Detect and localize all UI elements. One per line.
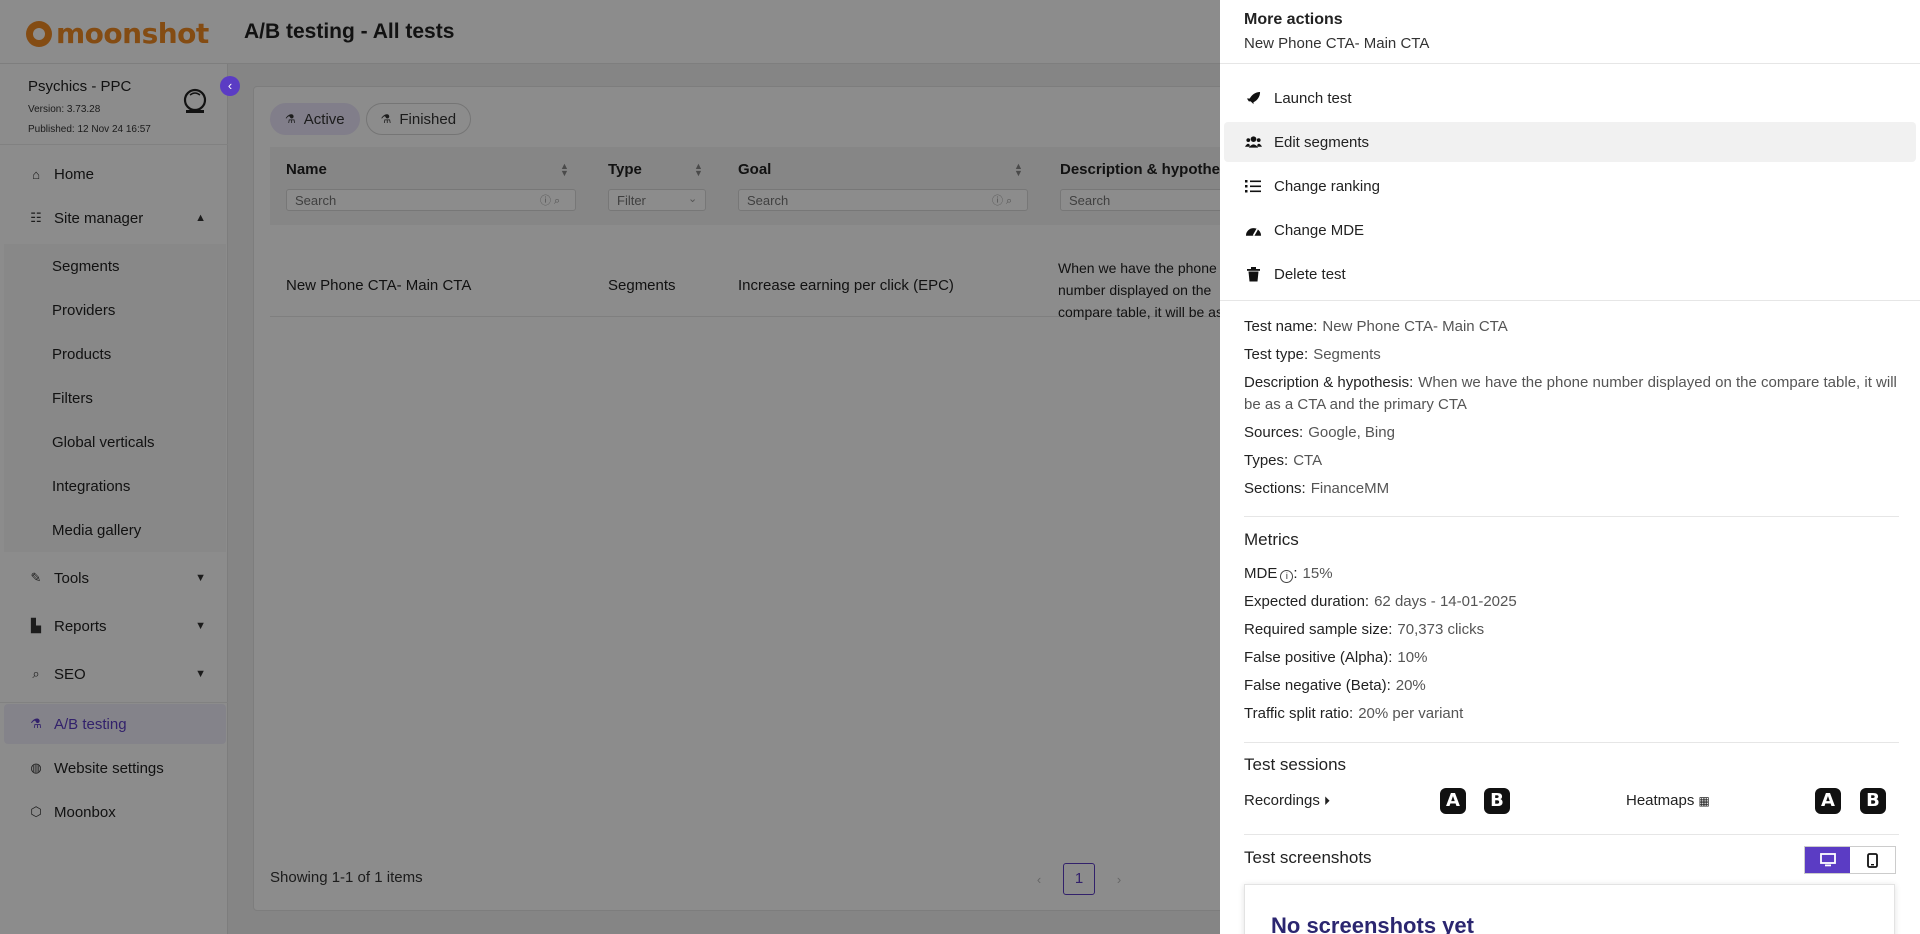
screenshots-panel: No screenshots yet [1244,884,1895,934]
recording-variant-a-button[interactable]: A [1440,788,1466,814]
test-details: Test name: New Phone CTA- Main CTA Test t… [1244,316,1899,506]
desktop-icon [1819,853,1836,867]
sidebar-collapse-button[interactable]: ‹ [220,76,240,96]
metric-split: Traffic split ratio: 20% per variant [1244,705,1464,722]
menu-item-label: Change ranking [1274,177,1380,195]
test-sessions-row: Recordings ⏵ A B Heatmaps ▦ A B [1244,787,1899,817]
more-actions-drawer: More actions New Phone CTA- Main CTA Lau… [1220,0,1920,934]
test-screenshots-title: Test screenshots [1244,848,1372,867]
heatmaps-label: Heatmaps ▦ [1626,792,1710,809]
device-toggle [1804,846,1896,874]
heatmap-variant-b-button[interactable]: B [1860,788,1886,814]
map-icon: ▦ [1698,794,1710,808]
detail-test-name: Test name: New Phone CTA- Main CTA [1244,318,1508,335]
metric-mde: MDE i:15% [1244,565,1333,583]
modal-backdrop[interactable] [0,0,1220,934]
detail-sources: Sources: Google, Bing [1244,424,1395,441]
video-camera-icon: ⏵ [1324,794,1331,808]
drawer-header: More actions New Phone CTA- Main CTA [1220,0,1920,64]
drawer-subtitle: New Phone CTA- Main CTA [1244,35,1430,52]
drawer-title: More actions [1244,11,1343,28]
metric-sample-size: Required sample size: 70,373 clicks [1244,621,1485,638]
metric-duration: Expected duration: 62 days - 14-01-2025 [1244,593,1517,610]
change-mde-item[interactable]: Change MDE [1224,210,1916,250]
change-ranking-item[interactable]: Change ranking [1224,166,1916,206]
detail-sections: Sections: FinanceMM [1244,480,1390,497]
delete-test-item[interactable]: Delete test [1224,254,1916,294]
desktop-view-button[interactable] [1805,847,1850,873]
mobile-icon [1867,852,1878,868]
mobile-view-button[interactable] [1850,847,1895,873]
metric-beta: False negative (Beta): 20% [1244,677,1426,694]
recordings-label: Recordings ⏵ [1244,792,1331,809]
detail-test-type: Test type: Segments [1244,346,1381,363]
metrics-title: Metrics [1244,530,1299,549]
launch-test-item[interactable]: Launch test [1224,78,1916,118]
detail-types: Types: CTA [1244,452,1323,469]
info-icon[interactable]: i [1280,570,1294,583]
recording-variant-b-button[interactable]: B [1484,788,1510,814]
section-divider [1244,742,1899,743]
menu-item-label: Launch test [1274,89,1352,107]
gauge-icon [1244,224,1262,237]
no-screenshots-message: No screenshots yet [1271,913,1474,934]
metric-alpha: False positive (Alpha): 10% [1244,649,1428,666]
test-sessions-title: Test sessions [1244,755,1347,774]
edit-segments-item[interactable]: Edit segments [1224,122,1916,162]
menu-item-label: Edit segments [1274,133,1370,151]
rocket-icon [1244,91,1262,106]
heatmap-variant-a-button[interactable]: A [1815,788,1841,814]
menu-item-label: Delete test [1274,265,1346,283]
section-divider [1244,516,1899,517]
drawer-divider [1220,300,1920,301]
section-divider [1244,834,1899,835]
trash-icon [1244,266,1262,282]
metrics-list: MDE i:15% Expected duration: 62 days - 14-… [1244,563,1899,731]
list-ordered-icon [1244,179,1262,194]
actions-menu: Launch test Edit segments Change ranking… [1224,78,1916,298]
menu-item-label: Change MDE [1274,221,1365,239]
users-icon [1244,135,1262,149]
detail-description: Description & hypothesis: When we have th… [1244,374,1897,413]
